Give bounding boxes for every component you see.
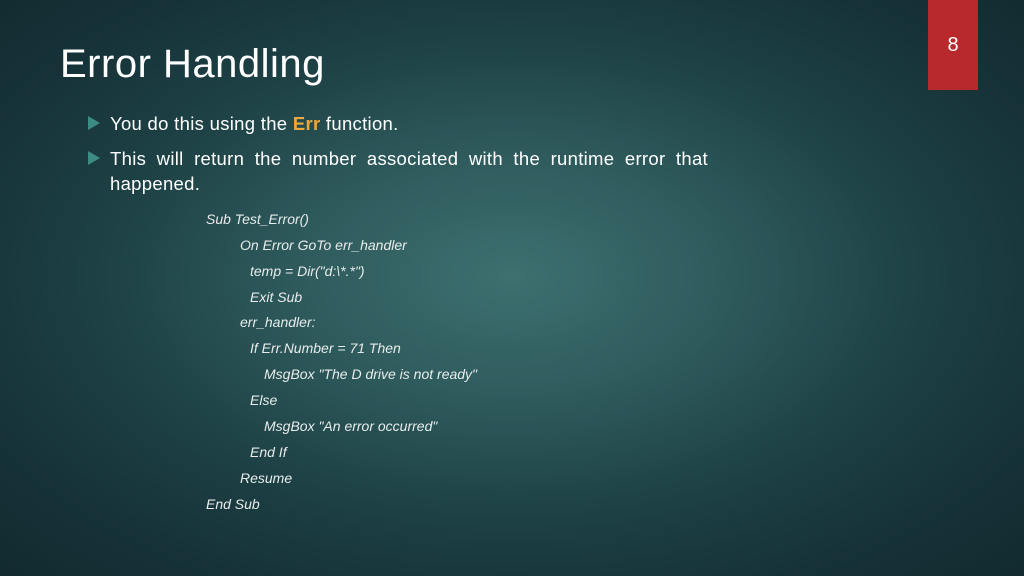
page-number-tab: 8 [928,0,978,90]
code-line: End Sub [206,492,708,518]
code-line: temp = Dir("d:\*.*") [206,259,708,285]
bullet-item: This will return the number associated w… [88,147,708,197]
bullet-pre: You do this using the [110,113,293,134]
code-line: Sub Test_Error() [206,207,708,233]
code-line: If Err.Number = 71 Then [206,336,708,362]
code-line: End If [206,440,708,466]
code-block: Sub Test_Error() On Error GoTo err_handl… [206,207,708,518]
code-line: On Error GoTo err_handler [206,233,708,259]
code-line: Exit Sub [206,285,708,311]
triangle-bullet-icon [88,116,100,130]
slide-title: Error Handling [60,42,325,87]
code-line: Resume [206,466,708,492]
bullet-text: This will return the number associated w… [110,147,708,197]
err-keyword: Err [293,113,321,134]
code-line: Else [206,388,708,414]
bullet-post: function. [320,113,398,134]
code-line: MsgBox "An error occurred" [206,414,708,440]
triangle-bullet-icon [88,151,100,165]
code-line: MsgBox "The D drive is not ready" [206,362,708,388]
code-line: err_handler: [206,310,708,336]
page-number: 8 [947,34,958,57]
bullet-text: You do this using the Err function. [110,112,399,137]
slide-content: You do this using the Err function. This… [88,112,708,518]
bullet-item: You do this using the Err function. [88,112,708,137]
